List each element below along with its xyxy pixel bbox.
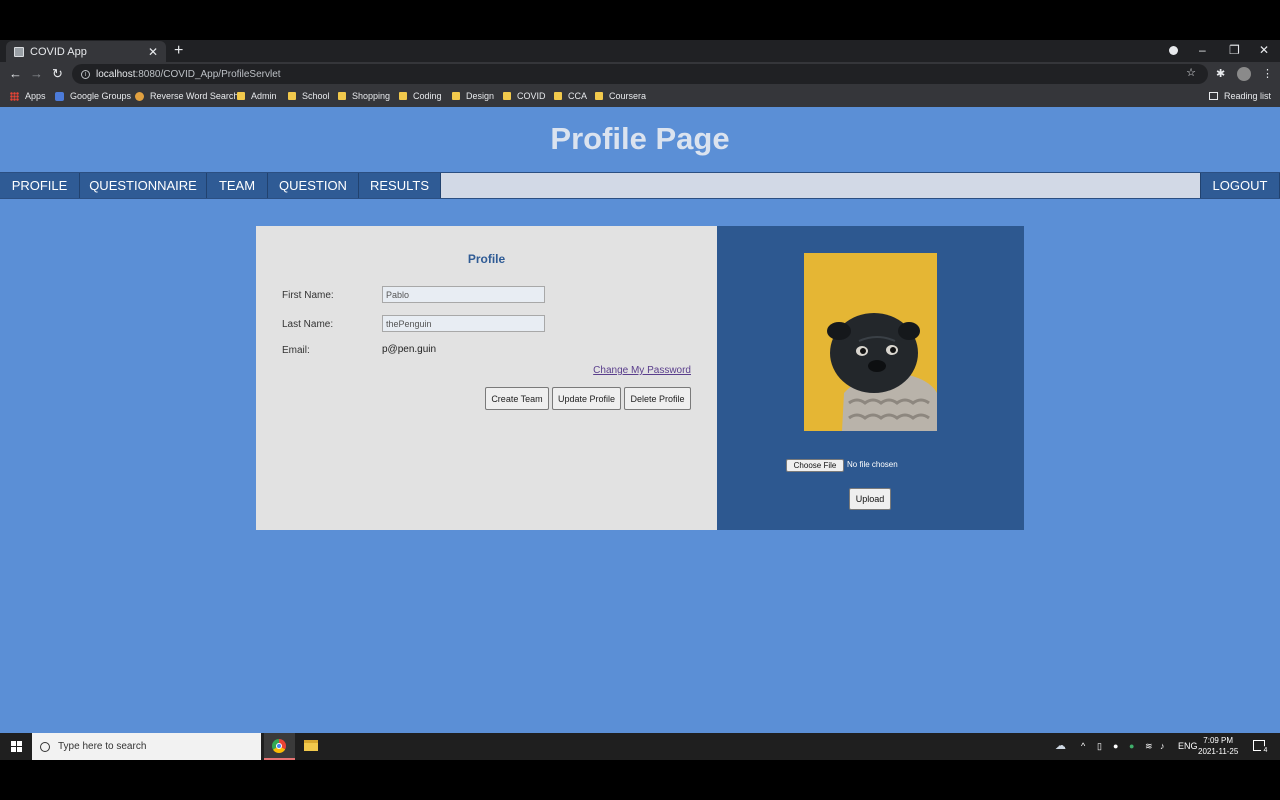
clock-date: 2021-11-25 [1198, 747, 1239, 756]
update-profile-button[interactable]: Update Profile [552, 387, 621, 410]
nav-question[interactable]: QUESTION [268, 173, 359, 198]
device-icon[interactable]: ▯ [1097, 741, 1102, 752]
browser-tab[interactable]: COVID App ✕ [6, 41, 166, 62]
search-icon [40, 741, 50, 752]
security-icon[interactable]: ● [1129, 741, 1134, 751]
taskbar-search-placeholder: Type here to search [58, 741, 147, 752]
web-page: Profile Page PROFILE QUESTIONNAIRE TEAM … [0, 107, 1280, 733]
bookmark-cca[interactable]: CCA [554, 91, 587, 101]
taskbar-chrome[interactable] [264, 733, 295, 760]
bookmarks-bar: Apps Google Groups Reverse Word Search A… [0, 86, 1280, 107]
url-host: localhost [96, 68, 136, 80]
folder-icon [288, 92, 296, 100]
main-nav: PROFILE QUESTIONNAIRE TEAM QUESTION RESU… [0, 172, 1280, 199]
change-password-link[interactable]: Change My Password [593, 365, 691, 376]
reload-icon[interactable]: ↻ [52, 66, 63, 82]
address-bar[interactable]: i localhost :8080/COVID_App/ProfileServl… [72, 64, 1208, 84]
folder-icon [399, 92, 407, 100]
pug-photo-icon [804, 253, 937, 431]
bookmark-covid[interactable]: COVID [503, 91, 546, 101]
delete-profile-button[interactable]: Delete Profile [624, 387, 691, 410]
tab-title: COVID App [30, 45, 87, 58]
reading-list[interactable]: Reading list [1208, 91, 1271, 101]
page-title: Profile Page [550, 121, 730, 156]
google-groups-icon [55, 91, 64, 101]
browser-menu-icon[interactable]: ⋮ [1262, 67, 1273, 80]
volume-icon[interactable]: ♪ [1160, 741, 1165, 751]
profile-heading: Profile [467, 252, 506, 266]
photo-panel: Choose File No file chosen Upload [717, 226, 1024, 530]
folder-icon [595, 92, 603, 100]
folder-icon [503, 92, 511, 100]
logout-button[interactable]: LOGOUT [1200, 173, 1280, 198]
last-name-field[interactable] [382, 315, 545, 332]
bookmark-apps[interactable]: Apps [10, 91, 46, 101]
first-name-field[interactable] [382, 286, 545, 303]
show-hidden-icons-icon[interactable]: ^ [1081, 741, 1085, 751]
close-window-icon[interactable]: ✕ [1259, 43, 1269, 57]
reading-list-icon [1208, 92, 1218, 100]
bookmark-coursera[interactable]: Coursera [595, 91, 646, 101]
bookmark-shopping[interactable]: Shopping [338, 91, 390, 101]
nav-results[interactable]: RESULTS [359, 173, 441, 198]
microphone-icon[interactable]: ● [1113, 741, 1118, 751]
bookmark-coding[interactable]: Coding [399, 91, 442, 101]
email-label: Email: [282, 345, 310, 356]
folder-icon [554, 92, 562, 100]
email-value: p@pen.guin [382, 344, 437, 355]
last-name-label: Last Name: [282, 319, 334, 330]
browser-avatar[interactable] [1237, 67, 1251, 81]
wifi-icon[interactable]: ≋ [1145, 741, 1153, 752]
tab-close-icon[interactable]: ✕ [148, 45, 158, 59]
new-tab-button[interactable]: + [174, 42, 183, 60]
windows-start-icon[interactable] [11, 741, 22, 752]
nav-team[interactable]: TEAM [207, 173, 268, 198]
minimize-icon[interactable]: – [1199, 43, 1206, 57]
browser-tabstrip: COVID App ✕ + – ❐ ✕ [0, 40, 1280, 62]
profile-menu-icon[interactable] [1169, 46, 1178, 55]
nav-questionnaire[interactable]: QUESTIONNAIRE [80, 173, 207, 198]
folder-icon [237, 92, 245, 100]
first-name-label: First Name: [282, 290, 334, 301]
extensions-icon[interactable]: ✱ [1216, 67, 1225, 80]
upload-button[interactable]: Upload [849, 488, 891, 510]
system-clock[interactable]: 7:09 PM 2021-11-25 [1198, 735, 1238, 757]
site-info-icon[interactable]: i [81, 69, 90, 79]
url-path: :8080/COVID_App/ProfileServlet [135, 68, 281, 80]
notification-count: 4 [1261, 746, 1270, 755]
tab-favicon-icon [14, 46, 24, 57]
maximize-icon[interactable]: ❐ [1229, 43, 1240, 57]
screen: COVID App ✕ + – ❐ ✕ ← → ↻ i localhost :8… [0, 0, 1280, 800]
nav-profile[interactable]: PROFILE [0, 173, 80, 198]
bookmark-design[interactable]: Design [452, 91, 494, 101]
bookmark-star-icon[interactable]: ☆ [1186, 66, 1196, 79]
choose-file-button[interactable]: Choose File [786, 459, 844, 472]
reverse-word-icon [135, 91, 144, 101]
file-explorer-icon[interactable] [304, 740, 318, 751]
bookmark-google-groups[interactable]: Google Groups [55, 91, 131, 101]
no-file-status: No file chosen [847, 460, 898, 469]
clock-time: 7:09 PM [1203, 736, 1234, 745]
taskbar: Type here to search ☁ ^ ▯ ● ● ≋ ♪ ENG 7:… [0, 733, 1280, 760]
profile-card: Profile First Name: Last Name: Email: p@… [256, 226, 717, 530]
apps-grid-icon [10, 91, 19, 101]
taskbar-search[interactable]: Type here to search [32, 733, 261, 760]
bookmark-school[interactable]: School [288, 91, 330, 101]
browser-toolbar: ← → ↻ i localhost :8080/COVID_App/Profil… [0, 62, 1280, 86]
folder-icon [452, 92, 460, 100]
folder-icon [338, 92, 346, 100]
bookmark-admin[interactable]: Admin [237, 91, 277, 101]
forward-icon[interactable]: → [30, 66, 43, 81]
back-icon[interactable]: ← [9, 66, 22, 81]
profile-photo [804, 253, 937, 431]
bookmark-reverse-word-search[interactable]: Reverse Word Search [135, 91, 238, 101]
chrome-icon [272, 739, 286, 753]
create-team-button[interactable]: Create Team [485, 387, 549, 410]
language-indicator[interactable]: ENG [1178, 741, 1198, 751]
onedrive-icon[interactable]: ☁ [1055, 739, 1066, 752]
